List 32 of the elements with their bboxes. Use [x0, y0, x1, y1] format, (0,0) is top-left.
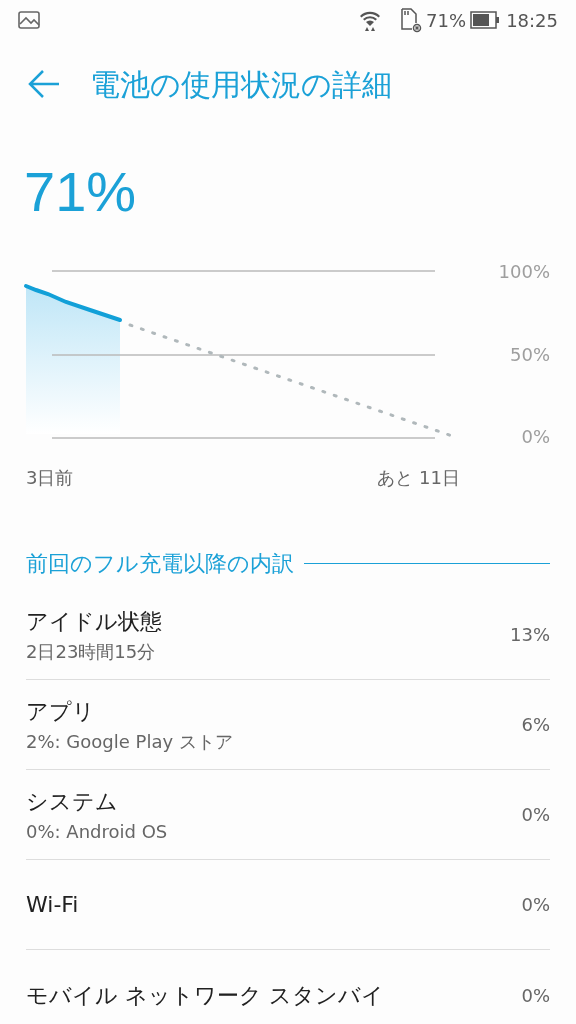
usage-row[interactable]: Wi-Fi 0%: [26, 860, 550, 950]
axis-label: 50%: [510, 342, 550, 367]
row-value: 13%: [510, 623, 550, 647]
page-title: 電池の使用状況の詳細: [90, 65, 392, 104]
usage-row[interactable]: アイドル状態 2日23時間15分 13%: [26, 590, 550, 680]
row-title: アイドル状態: [26, 607, 163, 636]
row-subtitle: 2%: Google Play ストア: [26, 729, 234, 754]
clock: 18:25: [506, 8, 558, 33]
usage-row[interactable]: システム 0%: Android OS 0%: [26, 770, 550, 860]
row-value: 0%: [521, 893, 550, 917]
usage-row[interactable]: アプリ 2%: Google Play ストア 6%: [26, 680, 550, 770]
row-value: 0%: [521, 983, 550, 1008]
battery-percent: 71%: [426, 8, 467, 33]
axis-label: 100%: [498, 260, 550, 284]
wifi-icon: [358, 9, 383, 31]
row-subtitle: 2日23時間15分: [26, 639, 157, 664]
section-header: 前回のフル充電以降の内訳: [26, 550, 294, 578]
axis-label: 3日前: [26, 466, 74, 490]
image-icon: [18, 11, 40, 29]
row-title: システム: [26, 787, 119, 816]
sd-card-icon: [398, 7, 423, 33]
row-value: 6%: [521, 713, 550, 737]
row-value: 0%: [521, 803, 550, 827]
row-title: アプリ: [26, 697, 96, 726]
battery-level: 71%: [24, 159, 137, 225]
row-subtitle: 0%: Android OS: [26, 819, 169, 844]
row-title: モバイル ネットワーク スタンバイ: [26, 981, 385, 1010]
axis-label: 0%: [521, 425, 550, 449]
axis-label: あと 11日: [377, 466, 461, 490]
battery-icon: [470, 11, 501, 29]
row-title: Wi-Fi: [26, 891, 80, 919]
usage-row[interactable]: モバイル ネットワーク スタンバイ 0%: [26, 950, 550, 1024]
